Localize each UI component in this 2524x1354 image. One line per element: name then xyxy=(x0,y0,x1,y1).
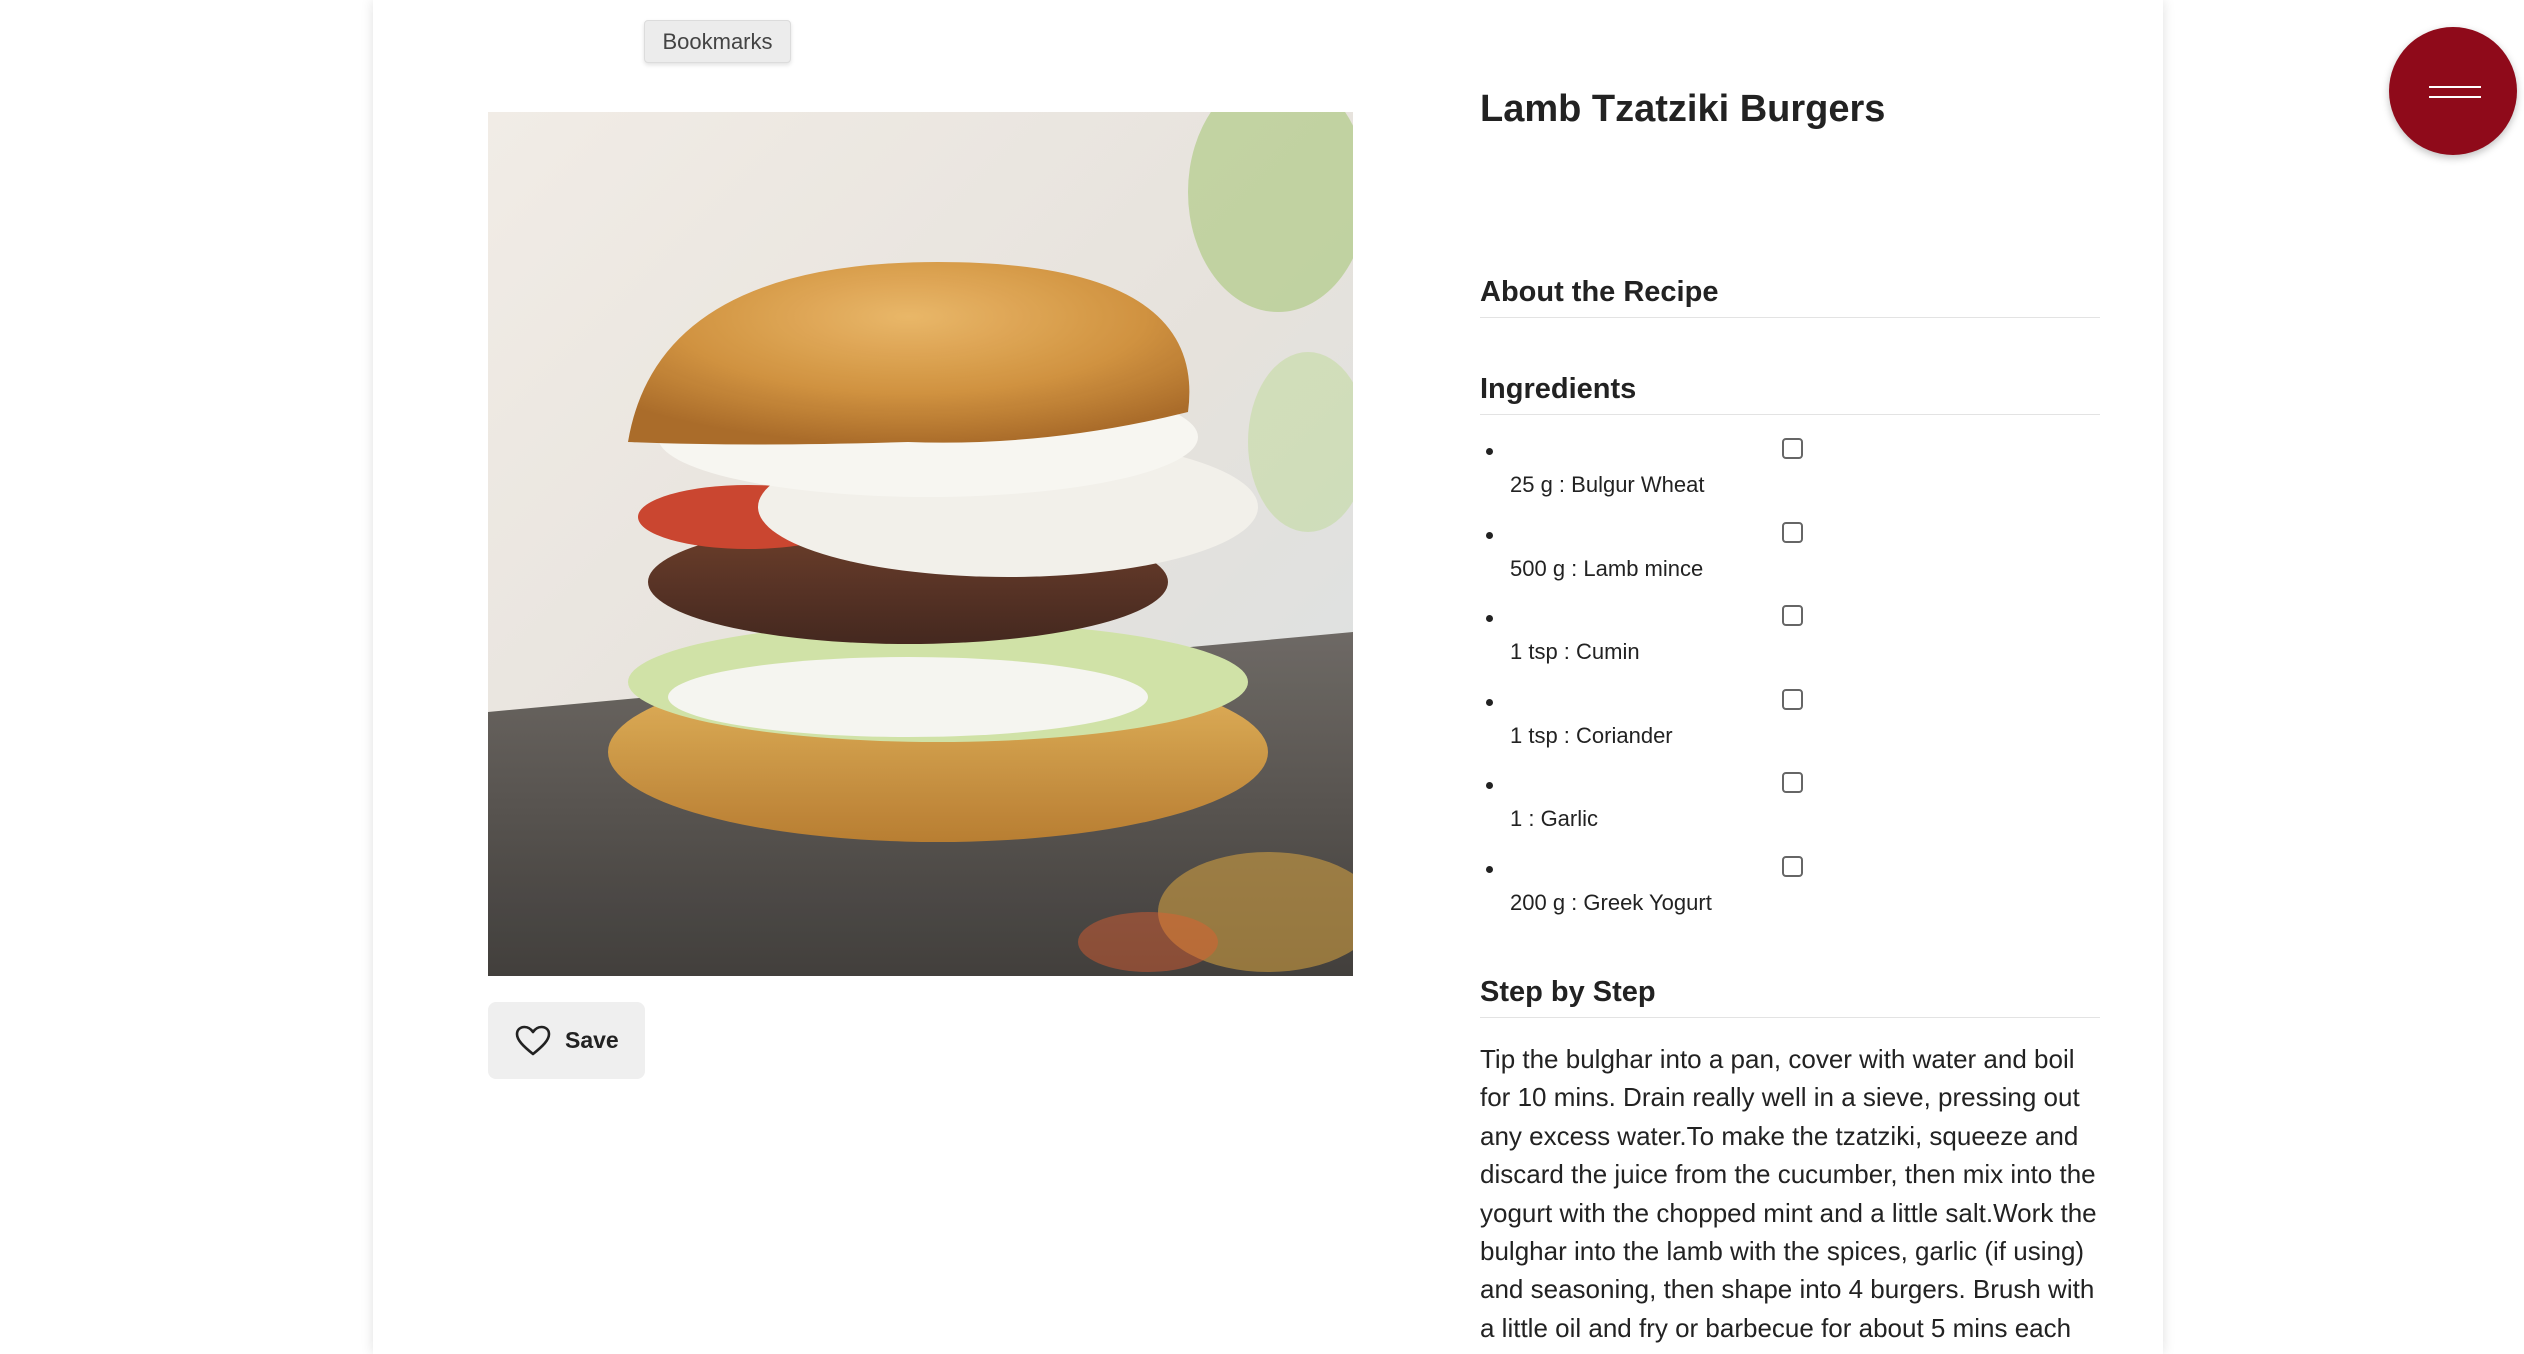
bullet xyxy=(1486,782,1493,789)
save-button[interactable]: Save xyxy=(488,1002,645,1079)
ingredient-list: 25 g : Bulgur Wheat 500 g : Lamb mince 1… xyxy=(1480,430,2100,931)
ingredient-checkbox[interactable] xyxy=(1782,688,1803,710)
ingredient-text: 500 g : Lamb mince xyxy=(1510,555,1704,581)
page-title: Lamb Tzatziki Burgers xyxy=(1480,88,1886,130)
recipe-photo xyxy=(488,112,1353,976)
bullet xyxy=(1486,865,1493,873)
steps-text: Tip the bulghar into a pan, cover with w… xyxy=(1480,1044,2097,1343)
ingredient-checkbox[interactable] xyxy=(1782,605,1803,626)
ingredient-item: 500 g : Lamb mince xyxy=(1480,514,2100,598)
heart-outline-icon xyxy=(515,1025,551,1055)
ingredient-text: 1 : Garlic xyxy=(1510,806,1599,831)
ingredient-checkbox[interactable] xyxy=(1782,772,1803,793)
burger-image xyxy=(488,112,1353,976)
section-steps-heading: Step by Step xyxy=(1480,976,2100,1018)
ingredient-item: 1 : Garlic xyxy=(1480,764,2100,848)
ingredient-item: 1 tsp : Cumin xyxy=(1480,597,2100,681)
bullet xyxy=(1486,615,1493,622)
save-label: Save xyxy=(565,1027,619,1053)
ingredient-text: 1 tsp : Cumin xyxy=(1510,639,1640,664)
menu-button[interactable] xyxy=(2389,27,2517,155)
ingredient-text: 25 g : Bulgur Wheat xyxy=(1510,472,1705,497)
section-ingredients-heading: Ingredients xyxy=(1480,373,2100,415)
ingredient-checkbox[interactable] xyxy=(1782,855,1803,877)
ingredient-item: 200 g : Greek Yogurt xyxy=(1480,848,2100,932)
ingredient-text: 200 g : Greek Yogurt xyxy=(1510,889,1712,915)
ingredient-item: 1 tsp : Coriander xyxy=(1480,681,2100,765)
bullet xyxy=(1486,531,1493,539)
ingredient-text: 1 tsp : Coriander xyxy=(1510,722,1673,748)
bookmarks-button[interactable]: Bookmarks xyxy=(644,20,791,63)
section-about-heading: About the Recipe xyxy=(1480,276,2100,318)
ingredient-checkbox[interactable] xyxy=(1782,438,1803,459)
ingredient-checkbox[interactable] xyxy=(1782,521,1803,543)
bullet xyxy=(1486,698,1493,706)
ingredient-item: 25 g : Bulgur Wheat xyxy=(1480,430,2100,514)
bullet xyxy=(1486,448,1493,455)
